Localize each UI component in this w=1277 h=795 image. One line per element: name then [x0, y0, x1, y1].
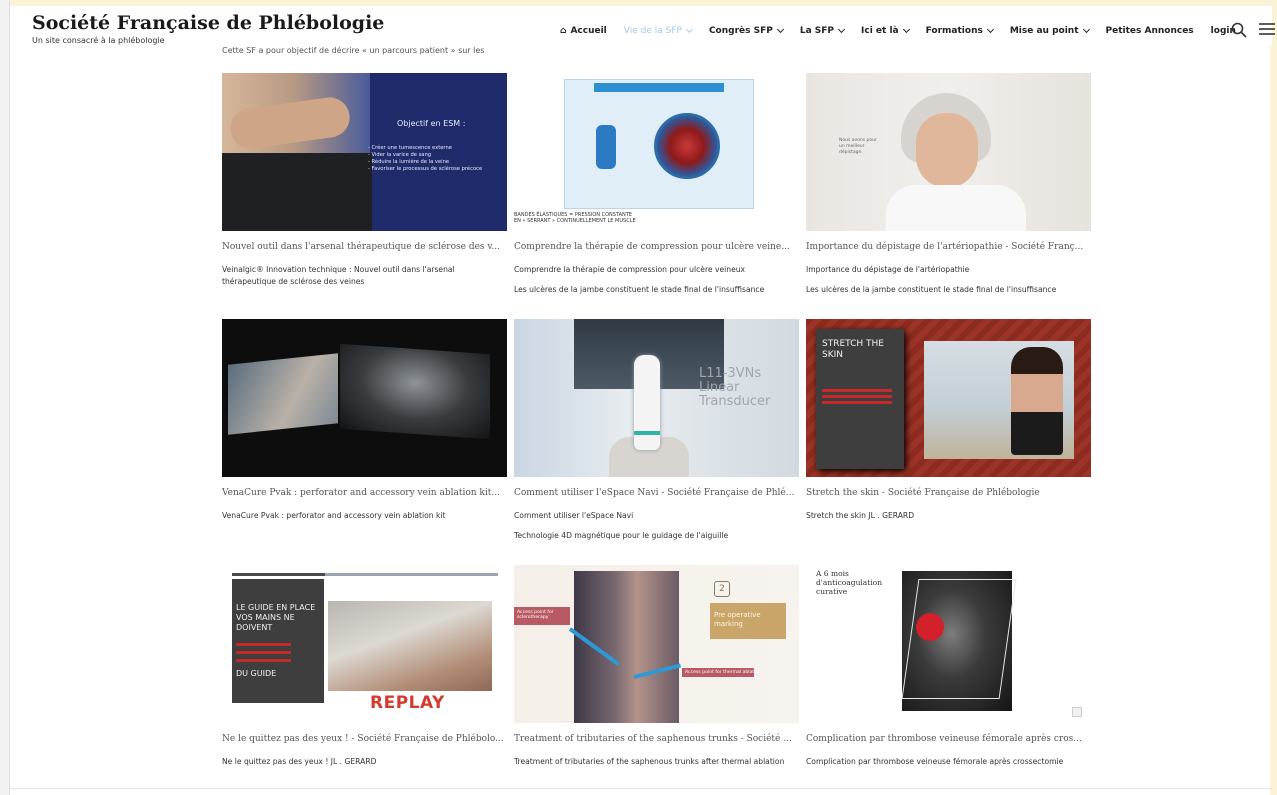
nav-label: Ici et là — [861, 26, 899, 36]
main-nav: ⌂ Accueil Vie de la SFP Congrès SFP La S… — [560, 24, 1253, 38]
post-excerpt: Importance du dépistage de l'artériopath… — [806, 265, 970, 274]
site-subtitle: Un site consacré à la phlébologie — [32, 36, 165, 45]
nav-label: Accueil — [570, 26, 607, 36]
post-excerpt: VenaCure Pvak : perforator and accessory… — [222, 511, 446, 520]
post-title[interactable]: Comprendre la thérapie de compression po… — [514, 241, 799, 254]
post-excerpt: Treatment of tributaries of the saphenou… — [514, 757, 785, 766]
nav-label: Mise au point — [1009, 26, 1079, 36]
chevron-down-icon — [685, 25, 693, 34]
post-card[interactable]: Nous avons pour un meilleur dépistage. I… — [806, 73, 1091, 296]
post-thumbnail[interactable]: LE GUIDE EN PLACE VOS MAINS NE DOIVENT D… — [222, 565, 507, 723]
thumb-caption: BANDES ÉLASTIQUES = PRESSION CONSTANTE E… — [514, 212, 799, 224]
post-card[interactable]: BANDES ÉLASTIQUES = PRESSION CONSTANTE E… — [514, 73, 799, 296]
post-title[interactable]: Complication par thrombose veineuse fémo… — [806, 733, 1091, 746]
thumb-label: L11-3VNs Linear Transducer — [699, 367, 770, 409]
post-excerpt: Ne le quittez pas des yeux ! JL . GERARD — [222, 757, 377, 766]
thumb-tag: Access point for sclerotherapy — [517, 610, 554, 620]
thumb-line: - Créer une tumescence externe — [368, 145, 452, 151]
post-excerpt: Veinalgic® Innovation technique : Nouvel… — [222, 265, 455, 286]
thumb-label-line: Transducer — [699, 394, 771, 409]
thumb-heading: LE GUIDE EN PLACE VOS MAINS NE DOIVENT — [236, 603, 316, 632]
nav-label: Vie de la SFP — [623, 26, 682, 36]
page: Société Française de Phlébologie Un site… — [0, 0, 1277, 795]
thumb-tag: Access point for thermal ablation — [685, 670, 762, 675]
post-card[interactable]: Objectif en ESM : - Créer une tumescence… — [222, 73, 507, 288]
post-title[interactable]: Comment utiliser l'eSpace Navi - Société… — [514, 487, 799, 500]
thumb-heading: STRETCH THE SKIN — [822, 339, 884, 360]
thumb-line: - Réduire la lumière de la veine — [368, 159, 450, 165]
chevron-down-icon — [986, 25, 994, 34]
hamburger-menu-icon[interactable] — [1259, 22, 1275, 36]
home-icon: ⌂ — [560, 26, 567, 36]
thumb-heading: Objectif en ESM : — [397, 119, 466, 128]
divider — [10, 788, 1272, 789]
intro-text: Cette SF a pour objectif de décrire « un… — [222, 46, 485, 55]
chevron-down-icon — [1082, 25, 1090, 34]
nav-item-ici-et-la[interactable]: Ici et là — [861, 25, 910, 36]
expand-icon[interactable] — [1072, 707, 1082, 717]
nav-item-petites-annonces[interactable]: Petites Annonces — [1106, 26, 1194, 36]
post-card[interactable]: LE GUIDE EN PLACE VOS MAINS NE DOIVENT D… — [222, 565, 507, 768]
thumb-tail: DU GUIDE — [236, 669, 277, 678]
nav-item-la-sfp[interactable]: La SFP — [799, 25, 846, 36]
post-excerpt-extra: Les ulcères de la jambe constituent le s… — [806, 285, 1057, 294]
thumb-label-line: Linear — [699, 380, 740, 395]
post-card[interactable]: L11-3VNs Linear Transducer Comment utili… — [514, 319, 799, 542]
post-thumbnail[interactable] — [222, 319, 507, 477]
post-excerpt: Comprendre la thérapie de compression po… — [514, 265, 746, 274]
nav-item-mise-au-point[interactable]: Mise au point — [1009, 25, 1090, 36]
post-thumbnail[interactable]: Nous avons pour un meilleur dépistage. — [806, 73, 1091, 231]
thumb-line: - Favoriser le processus de sclérose pré… — [368, 166, 483, 172]
post-title[interactable]: Stretch the skin - Société Française de … — [806, 487, 1091, 500]
post-thumbnail[interactable]: BANDES ÉLASTIQUES = PRESSION CONSTANTE E… — [514, 73, 799, 231]
post-excerpt: Complication par thrombose veineuse fémo… — [806, 757, 1064, 766]
thumb-label-line: L11-3VNs — [699, 366, 762, 381]
chevron-down-icon — [837, 25, 846, 34]
site-header: Société Française de Phlébologie Un site… — [10, 6, 1275, 46]
post-thumbnail[interactable]: L11-3VNs Linear Transducer — [514, 319, 799, 477]
post-thumbnail[interactable]: STRETCH THE SKIN — [806, 319, 1091, 477]
nav-item-vie-de-la-sfp[interactable]: Vie de la SFP — [623, 25, 693, 36]
post-excerpt-extra: Technologie 4D magnétique pour le guidag… — [514, 531, 729, 540]
nav-item-accueil[interactable]: ⌂ Accueil — [560, 26, 607, 36]
post-excerpt-extra: Les ulcères de la jambe constituent le s… — [514, 285, 765, 294]
nav-label: La SFP — [799, 26, 835, 36]
nav-item-formations[interactable]: Formations — [925, 25, 994, 36]
post-card[interactable]: Access point for sclerotherapy Access po… — [514, 565, 799, 768]
post-thumbnail[interactable]: Objectif en ESM : - Créer une tumescence… — [222, 73, 507, 231]
left-edge — [0, 0, 10, 795]
replay-label: REPLAY — [370, 693, 445, 713]
nav-item-congres-sfp[interactable]: Congrès SFP — [708, 25, 784, 36]
thumb-line: - Vider la varice de sang — [368, 152, 432, 158]
right-edge — [1270, 0, 1277, 795]
search-icon[interactable] — [1231, 22, 1247, 38]
thumb-caption-line: EN « SERRANT » CONTINUELLEMENT LE MUSCLE — [514, 218, 636, 224]
post-excerpt: Stretch the skin JL . GERARD — [806, 511, 915, 520]
post-title[interactable]: VenaCure Pvak : perforator and accessory… — [222, 487, 507, 500]
thumb-note: Nous avons pour un meilleur dépistage. — [839, 138, 877, 155]
post-thumbnail[interactable]: A 6 mois d'anticoagulation curative — [806, 565, 1091, 723]
thumb-tag: Pre operative marking — [714, 611, 761, 628]
post-title[interactable]: Nouvel outil dans l'arsenal thérapeutiqu… — [222, 241, 507, 254]
post-card[interactable]: A 6 mois d'anticoagulation curative Comp… — [806, 565, 1091, 768]
thumb-note: A 6 mois d'anticoagulation curative — [816, 569, 883, 596]
chevron-down-icon — [776, 25, 784, 34]
post-title[interactable]: Ne le quittez pas des yeux ! - Société F… — [222, 733, 507, 746]
post-title[interactable]: Importance du dépistage de l'artériopath… — [806, 241, 1091, 254]
nav-label: Formations — [925, 26, 983, 36]
site-title[interactable]: Société Française de Phlébologie — [32, 12, 384, 34]
post-card[interactable]: VenaCure Pvak : perforator and accessory… — [222, 319, 507, 522]
chevron-down-icon — [902, 25, 910, 34]
nav-label: Congrès SFP — [708, 26, 773, 36]
nav-label: Petites Annonces — [1105, 26, 1194, 36]
post-thumbnail[interactable]: Access point for sclerotherapy Access po… — [514, 565, 799, 723]
post-excerpt: Comment utiliser l'eSpace Navi — [514, 511, 634, 520]
post-card[interactable]: STRETCH THE SKIN Stretch the skin - Soci… — [806, 319, 1091, 522]
post-title[interactable]: Treatment of tributaries of the saphenou… — [514, 733, 799, 746]
thumb-number: 2 — [714, 581, 730, 597]
